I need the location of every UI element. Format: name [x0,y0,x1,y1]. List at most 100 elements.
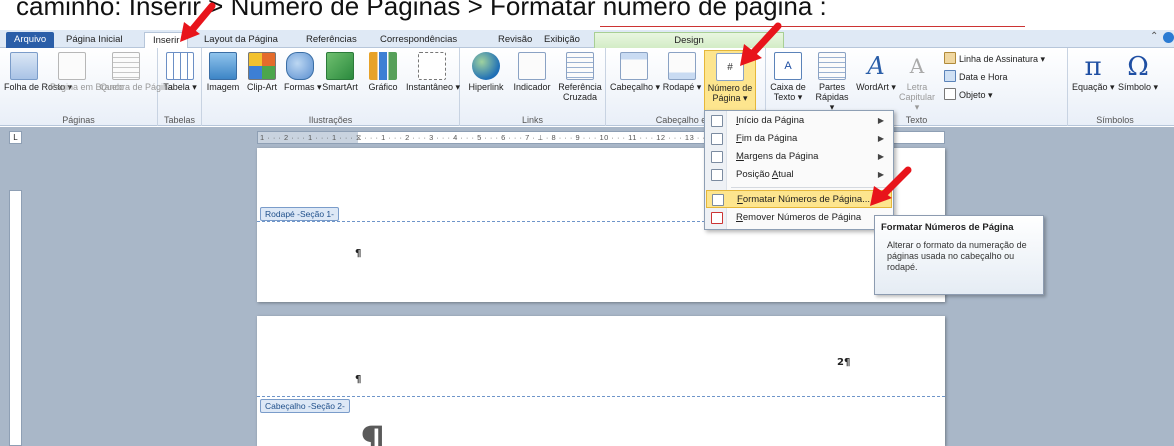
page-break-icon [112,52,140,80]
omega-icon: Ω [1127,52,1149,82]
clip-art-icon [248,52,276,80]
cabecalho-button[interactable]: Cabeçalho ▾ [610,52,660,92]
annotation-arrow-formatar [870,166,912,206]
quick-parts-icon [818,52,846,80]
table-icon [166,52,194,80]
drop-cap-icon: A [909,54,925,78]
page-bottom-icon [711,133,723,145]
clip-art-button[interactable]: Clip-Art [244,52,280,92]
remove-page-numbers-icon [711,212,723,224]
group-label-ilustracoes: Ilustrações [308,115,353,125]
help-icon[interactable] [1163,32,1174,43]
page-margins-icon [711,151,723,163]
menu-item-formatar-numeros-de-pagina[interactable]: Formatar Números de Página... [706,190,892,208]
tooltip-body: Alterar o formato da numeração de página… [887,240,1027,272]
rodape-button[interactable]: Rodapé ▾ [662,52,702,92]
smartart-icon [326,52,354,80]
wordart-button[interactable]: A WordArt ▾ [856,52,896,92]
indicador-button[interactable]: Indicador [510,52,554,92]
large-paragraph-mark: ¶ [360,419,386,446]
submenu-arrow-icon: ▶ [877,134,884,143]
tab-exibicao[interactable]: Exibição [536,32,588,48]
header-boundary [257,396,945,397]
cover-page-icon [10,52,38,80]
current-position-icon [711,169,723,181]
date-time-icon [944,70,956,82]
group-tabelas: Tabela ▾ Tabelas [158,48,202,126]
screenshot-icon [418,52,446,80]
simbolo-button[interactable]: Ω Símbolo ▾ [1118,52,1158,92]
submenu-arrow-icon: ▶ [877,116,884,125]
data-e-hora-button[interactable]: Data e Hora [944,70,1008,84]
group-label-paginas: Páginas [62,115,95,125]
annotation-arrow-numero-de-pagina [740,22,782,66]
page-number-field[interactable]: 2¶ [837,357,850,368]
page-top-icon [711,115,723,127]
quebra-de-pagina-button[interactable]: Quebra de Página [100,52,173,92]
tutorial-caption: caminho: Inserir > Número de Páginas > F… [0,0,1174,26]
pagina-em-branco-button[interactable]: Página em Branco [50,52,124,92]
letra-capitular-button[interactable]: A Letra Capitular ▾ [898,52,936,112]
menu-item-inicio-da-pagina[interactable]: Início da Página ▶ [706,112,892,130]
menu-item-fim-da-pagina[interactable]: Fim da Página ▶ [706,130,892,148]
tabela-button[interactable]: Tabela ▾ [162,52,198,92]
bookmark-icon [518,52,546,80]
group-simbolos: π Equação ▾ Ω Símbolo ▾ Símbolos [1068,48,1162,126]
group-label-simbolos: Símbolos [1096,115,1134,125]
equacao-button[interactable]: π Equação ▾ [1072,52,1115,92]
signature-line-icon [944,52,956,64]
caption-underline [600,26,1025,27]
partes-rapidas-button[interactable]: Partes Rápidas ▾ [812,52,852,112]
ribbon-tab-bar: Arquivo Página Inicial Inserir Layout da… [0,30,1174,48]
instantaneo-button[interactable]: Instantâneo ▾ [406,52,460,92]
smartart-button[interactable]: SmartArt [320,52,360,92]
vertical-ruler[interactable] [9,190,22,446]
footer-icon [668,52,696,80]
tab-referencias[interactable]: Referências [298,32,365,48]
tab-selector-button[interactable]: L [9,131,22,144]
annotation-arrow-inserir [180,2,216,42]
group-label-links: Links [521,115,543,125]
pi-icon: π [1084,52,1102,82]
ribbon-insert: Folha de Rosto ▾ Página em Branco Quebra… [0,48,1174,126]
blank-page-icon [58,52,86,80]
group-ilustracoes: Imagem Clip-Art Formas ▾ SmartArt Gráfic… [202,48,460,126]
group-links: Hiperlink Indicador Referência Cruzada L… [460,48,606,126]
object-icon [944,88,956,100]
referencia-cruzada-button[interactable]: Referência Cruzada [556,52,604,102]
shapes-icon [286,52,314,80]
menu-item-posicao-atual[interactable]: Posição Atual ▶ [706,166,892,184]
wordart-icon: A [867,52,885,80]
hiperlink-button[interactable]: Hiperlink [464,52,508,92]
menu-item-margens-da-pagina[interactable]: Margens da Página ▶ [706,148,892,166]
menu-item-remover-numeros-de-pagina[interactable]: Remover Números de Página [706,209,892,227]
paragraph-mark: ¶ [355,248,362,259]
tab-correspondencias[interactable]: Correspondências [372,32,465,48]
group-paginas: Folha de Rosto ▾ Página em Branco Quebra… [0,48,173,126]
tooltip-title: Formatar Números de Página [881,222,1014,233]
chart-icon [369,52,397,80]
picture-icon [209,52,237,80]
paragraph-mark: ¶ [355,374,362,385]
tab-pagina-inicial[interactable]: Página Inicial [58,32,131,48]
folha-de-rosto-button[interactable]: Folha de Rosto ▾ [4,52,72,92]
footer-section-1-tag: Rodapé -Seção 1- [260,207,339,221]
submenu-arrow-icon: ▶ [877,152,884,161]
tab-revisao[interactable]: Revisão [490,32,540,48]
imagem-button[interactable]: Imagem [206,52,240,92]
minimize-ribbon-icon[interactable]: ⌃ [1150,31,1158,42]
header-icon [620,52,648,80]
tab-arquivo[interactable]: Arquivo [6,32,55,48]
document-page-2[interactable]: 2¶ ¶ Cabeçalho -Seção 2- ¶ [257,316,945,446]
hyperlink-globe-icon [472,52,500,80]
caption-text: caminho: Inserir > Número de Páginas > F… [16,0,827,21]
cross-reference-icon [566,52,594,80]
objeto-button[interactable]: Objeto ▾ [944,88,993,102]
format-page-numbers-icon [712,194,724,206]
grafico-button[interactable]: Gráfico [364,52,402,92]
linha-de-assinatura-button[interactable]: Linha de Assinatura ▾ [944,52,1045,66]
format-page-numbers-tooltip: Formatar Números de Página Alterar o for… [874,215,1044,295]
formas-button[interactable]: Formas ▾ [284,52,322,92]
header-section-2-tag: Cabeçalho -Seção 2- [260,399,350,413]
group-label-tabelas: Tabelas [163,115,196,125]
